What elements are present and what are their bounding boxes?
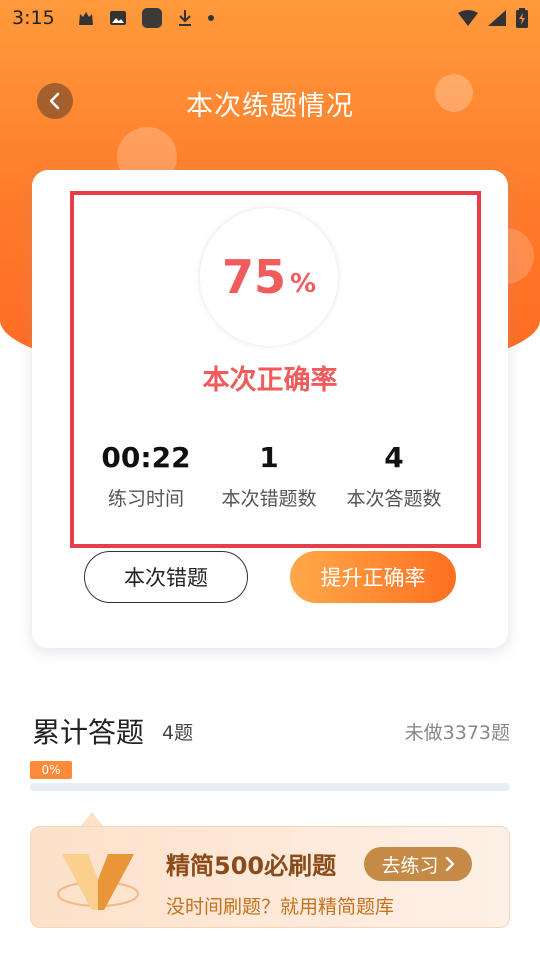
go-practice-label: 去练习	[381, 854, 439, 877]
progress-bar	[30, 783, 510, 791]
cumulative-title: 累计答题	[32, 716, 145, 749]
cumulative-count: 4题	[162, 722, 194, 744]
stat-label: 本次答题数	[346, 488, 442, 510]
battery-charging-icon	[516, 8, 528, 28]
promo-notch	[80, 812, 104, 827]
status-time: 3:15	[12, 7, 55, 29]
score-circle: 75 %	[200, 208, 338, 346]
score-unit: %	[289, 269, 317, 299]
image-icon	[109, 9, 127, 27]
accuracy-label: 本次正确率	[202, 365, 338, 396]
score-value: 75	[221, 250, 286, 304]
signal-icon	[488, 10, 506, 26]
page-title: 本次练题情况	[186, 91, 354, 122]
stat-wrong-count: 1 本次错题数	[199, 441, 339, 511]
improve-accuracy-button[interactable]: 提升正确率	[290, 551, 456, 603]
promo-subtitle: 没时间刷题？就用精简题库	[166, 896, 395, 918]
cat-app-icon	[77, 9, 95, 27]
app-square-icon	[141, 7, 163, 29]
download-icon	[177, 9, 193, 27]
wrong-questions-button[interactable]: 本次错题	[84, 551, 248, 603]
stat-label: 本次错题数	[221, 488, 317, 510]
stat-practice-time: 00:22 练习时间	[76, 441, 216, 511]
undone-count: 未做3373题	[404, 722, 510, 744]
status-bar: 3:15	[0, 0, 540, 36]
chevron-right-icon	[445, 857, 455, 871]
notification-icons	[77, 7, 215, 29]
stat-value: 4	[384, 441, 404, 474]
stat-value: 00:22	[101, 441, 191, 474]
stat-answered-count: 4 本次答题数	[324, 441, 464, 511]
system-icons	[458, 8, 528, 28]
wifi-icon	[458, 10, 478, 26]
stat-label: 练习时间	[107, 488, 184, 510]
go-practice-button[interactable]: 去练习	[364, 847, 472, 881]
stat-value: 1	[259, 441, 279, 474]
progress-tag: 0%	[30, 761, 72, 779]
more-dot-icon	[207, 14, 215, 22]
promo-title: 精简500必刷题	[166, 852, 337, 880]
v-logo-icon	[52, 836, 144, 918]
